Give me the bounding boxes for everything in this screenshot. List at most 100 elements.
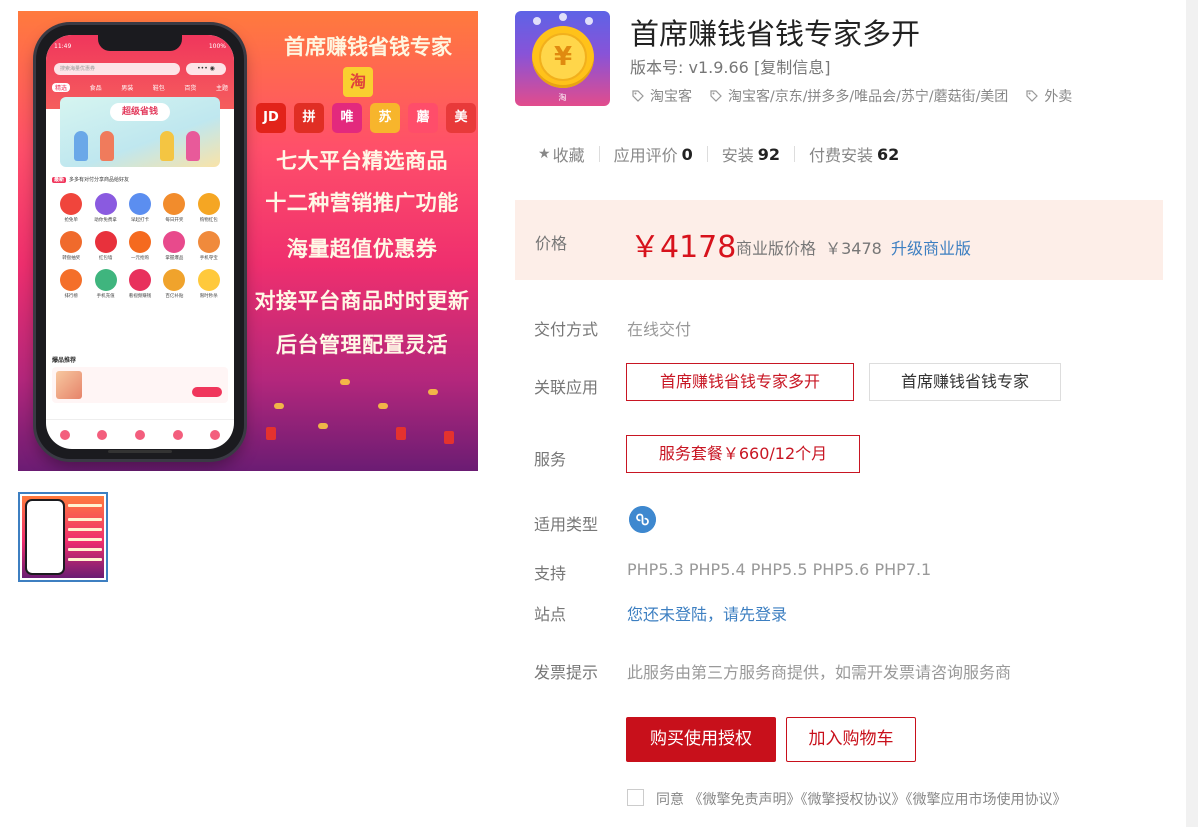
banner-figure (74, 131, 88, 161)
copy-info-link[interactable]: [复制信息] (754, 58, 831, 77)
paid-installs-stat: 付费安装 62 (795, 142, 913, 166)
paid-installs-value: 62 (877, 144, 900, 164)
phone-grid-item: 红包墙 (88, 231, 122, 261)
icon-decoration (559, 13, 567, 21)
tag-item[interactable]: 外卖 (1026, 87, 1072, 105)
coin-decoration (340, 379, 350, 385)
phone-grid-label: 手机夺宝 (199, 256, 218, 261)
phone-hot-title: 爆品推荐 (52, 357, 77, 364)
coin-decoration (274, 403, 284, 409)
phone-grid-icon (128, 193, 151, 215)
phone-grid-icon (94, 269, 117, 291)
business-price-label: 商业版价格 (736, 239, 817, 258)
price-panel: 价格 ￥4178 商业版价格 ￥3478 升级商业版 (515, 200, 1163, 280)
related-app-option[interactable]: 首席赚钱省钱专家多开 (626, 363, 854, 401)
phone-grid-icon (128, 231, 151, 253)
tag-icon (710, 90, 722, 102)
nav-home-icon (59, 429, 70, 440)
license-agreement-link[interactable]: 《微擎授权协议》 (800, 792, 905, 808)
version-line: 版本号: v1.9.66 [复制信息] (630, 54, 830, 78)
red-packet-decoration (266, 427, 276, 440)
phone-tab: 精选 (52, 83, 71, 92)
phone-grid-label: 购物红包 (199, 218, 218, 223)
disclaimer-link[interactable]: 《微擎免责声明》 (688, 792, 800, 808)
phone-banner-title: 超级省钱 (110, 103, 170, 121)
hero-title: 首席赚钱省钱专家 (284, 35, 452, 59)
phone-grid-icon (197, 193, 220, 215)
phone-grid-item: 助你免费拿 (88, 193, 122, 223)
thumbnail-text-line (68, 538, 102, 541)
nav-profile-icon (210, 429, 221, 440)
phone-notch (98, 33, 182, 51)
coin-icon: ¥ (532, 26, 594, 88)
thumbnail-phone (25, 499, 65, 575)
tag-icon (1026, 90, 1039, 102)
phone-tab: 百货 (184, 85, 197, 92)
platform-logos: JD 拼 唯 苏 蘑 美 (256, 103, 478, 133)
reviews-stat[interactable]: 应用评价 0 (600, 142, 707, 166)
page-scrollbar[interactable] (1186, 0, 1198, 827)
market-agreement-link[interactable]: 《微擎应用市场使用协议》 (905, 792, 1066, 808)
phone-grid-item: 手机夺宝 (192, 231, 226, 261)
phone-grid-item: 每日开奖 (157, 193, 191, 223)
phone-bottom-nav (46, 419, 234, 449)
upgrade-business-link[interactable]: 升级商业版 (891, 239, 971, 258)
phone-product-button (192, 387, 222, 397)
gallery-thumbnail[interactable] (18, 492, 108, 582)
nav-hot-icon (97, 429, 108, 440)
phone-grid-item: 早起打卡 (123, 193, 157, 223)
vipshop-logo: 唯 (332, 103, 362, 133)
reviews-label: 应用评价 (613, 146, 678, 165)
suning-logo: 苏 (370, 103, 400, 133)
phone-grid-label: 一元抢购 (130, 256, 149, 261)
phone-grid-item: 购物红包 (192, 193, 226, 223)
related-app-option[interactable]: 首席赚钱省钱专家 (869, 363, 1061, 401)
add-to-cart-button[interactable]: 加入购物车 (786, 717, 916, 762)
installs-value: 92 (757, 144, 781, 164)
coin-decoration (428, 389, 438, 395)
main-product-image: 11:49 100% 搜索海量优惠券 ••• ◉ 精选 食品 男装 鞋包 百货 … (18, 11, 478, 471)
phone-grid-item: 看视频赚钱 (123, 269, 157, 299)
service-package-option[interactable]: 服务套餐￥660/12个月 (626, 435, 860, 473)
tag-label: 淘宝客 (650, 89, 692, 105)
agreement-checkbox[interactable] (627, 789, 644, 806)
price-label: 价格 (535, 234, 568, 253)
phone-grid-label: 抢免单 (64, 218, 78, 223)
feature-line: 海量超值优惠券 (286, 237, 438, 261)
phone-tab: 食品 (89, 85, 102, 92)
mogujie-logo: 蘑 (408, 103, 438, 133)
phone-mockup: 11:49 100% 搜索海量优惠券 ••• ◉ 精选 食品 男装 鞋包 百货 … (36, 25, 244, 459)
yuan-symbol: ¥ (539, 33, 587, 81)
delivery-value: 在线交付 (627, 320, 692, 339)
business-price: 商业版价格 ￥3478 升级商业版 (736, 235, 971, 259)
version-label: 版本号: (630, 58, 684, 77)
phone-grid-item: 掌握爆品 (157, 231, 191, 261)
phone-tab: 主题 (215, 85, 228, 92)
phone-tab: 男装 (121, 85, 134, 92)
reviews-value: 0 (681, 144, 693, 164)
tag-item[interactable]: 淘宝客/京东/拼多多/唯品会/苏宁/蘑菇街/美团 (710, 87, 1008, 105)
phone-grid-item: 抢免单 (54, 193, 88, 223)
site-label: 站点 (534, 605, 567, 624)
phone-grid-item: 一元抢购 (123, 231, 157, 261)
phone-banner: 超级省钱 (60, 97, 220, 167)
tag-item[interactable]: 淘宝客 (632, 87, 692, 105)
thumbnail-image (22, 496, 104, 578)
icon-decoration (533, 17, 541, 25)
phone-grid-icon (197, 231, 220, 253)
favorite-button[interactable]: ★ 收藏 (538, 142, 599, 166)
tag-icon (632, 90, 644, 102)
feature-line: 十二种营销推广功能 (265, 191, 459, 215)
phone-status-time: 11:49 (54, 43, 72, 50)
agreement-text: 同意 《微擎免责声明》《微擎授权协议》《微擎应用市场使用协议》 (656, 789, 1066, 809)
app-stats: ★ 收藏 应用评价 0 安装 92 付费安装 62 (538, 142, 913, 166)
login-link[interactable]: 您还未登陆，请先登录 (627, 601, 787, 625)
coin-decoration (378, 403, 388, 409)
phone-grid-icon (60, 231, 83, 253)
phone-home-bar (108, 450, 172, 453)
buy-license-button[interactable]: 购买使用授权 (626, 717, 776, 762)
phone-search-box: 搜索海量优惠券 (54, 63, 180, 75)
phone-product-card (52, 367, 228, 403)
coin-decoration (318, 423, 328, 429)
phone-grid-label: 红包墙 (98, 256, 113, 261)
